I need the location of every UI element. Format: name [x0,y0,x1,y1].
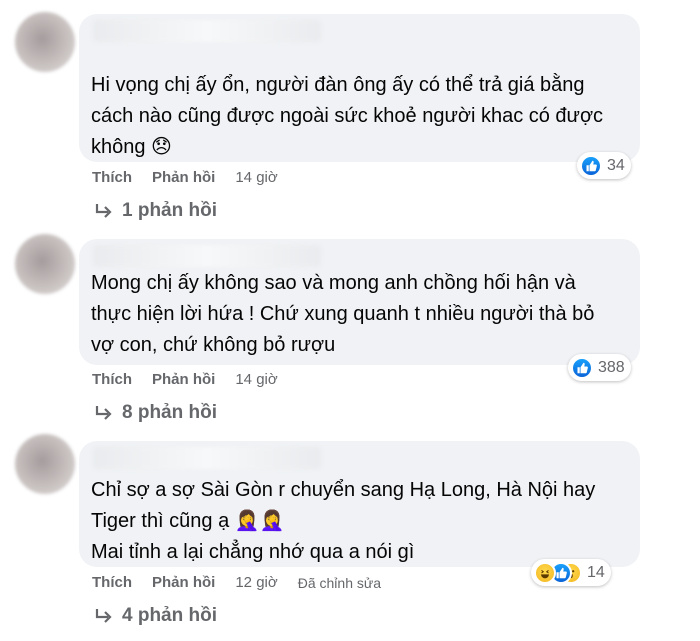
comment-line: Mong chị ấy không sao và mong anh chồng … [91,272,576,294]
author-name-blurred[interactable] [93,447,321,469]
comment-text: Chỉ sợ a sợ Sài Gòn r chuyển sang Hạ Lon… [91,475,626,568]
timestamp[interactable]: 14 giờ [235,169,277,186]
haha-reaction-icon [534,561,556,584]
reaction-summary[interactable]: 14 [531,559,611,586]
author-name-blurred[interactable] [93,20,321,42]
reply-arrow-icon [95,609,112,623]
replies-count-label: 4 phản hồi [122,605,217,626]
timestamp[interactable]: 14 giờ [235,371,277,388]
like-button[interactable]: Thích [92,371,132,388]
comment-line: Chỉ sợ a sợ Sài Gòn r chuyển sang Hạ Lon… [91,479,596,501]
comment-bubble: Hi vọng chị ấy ổn, người đàn ông ấy có t… [79,14,640,162]
comment-line: không 😞 [91,136,172,158]
replies-count-label: 1 phản hồi [122,200,217,221]
reply-button[interactable]: Phản hồi [152,371,215,388]
like-reaction-icon [571,356,593,379]
avatar[interactable] [15,234,75,294]
reaction-summary[interactable]: 34 [577,152,631,179]
like-button[interactable]: Thích [92,169,132,186]
comment-bubble: Mong chị ấy không sao và mong anh chồng … [79,239,640,365]
comment-actions: Thích Phản hồi 14 giờ [92,371,298,388]
edited-label[interactable]: Đã chỉnh sửa [298,575,381,591]
view-replies-link[interactable]: 1 phản hồi [94,200,217,222]
comment-text: Mong chị ấy không sao và mong anh chồng … [91,268,626,361]
replies-count-label: 8 phản hồi [122,402,217,423]
like-reaction-icon [580,154,602,177]
comment-line: Hi vọng chị ấy ổn, người đàn ông ấy có t… [91,74,585,96]
reaction-summary[interactable]: 388 [568,354,631,381]
comment-line: Tiger thì cũng ạ 🤦‍♀️🤦‍♀️ [91,510,285,532]
reply-button[interactable]: Phản hồi [152,169,215,186]
avatar[interactable] [15,434,75,494]
comment-actions: Thích Phản hồi 12 giờ Đã chỉnh sửa [92,574,381,591]
author-name-blurred[interactable] [93,245,321,267]
reaction-count: 14 [587,563,605,581]
avatar[interactable] [15,12,75,72]
comment-line: thực hiện lời hứa ! Chứ xung quanh t nhi… [91,303,595,325]
reaction-count: 34 [607,156,625,174]
comment-bubble: Chỉ sợ a sợ Sài Gòn r chuyển sang Hạ Lon… [79,441,640,567]
reply-arrow-icon [95,204,112,218]
reaction-count: 388 [598,358,625,376]
comment-line: cách nào cũng được ngoài sức khoẻ người … [91,105,604,127]
timestamp[interactable]: 12 giờ [235,574,277,591]
like-button[interactable]: Thích [92,574,132,591]
reply-arrow-icon [95,406,112,420]
reply-button[interactable]: Phản hồi [152,574,215,591]
view-replies-link[interactable]: 4 phản hồi [94,605,217,627]
comment-line: vợ con, chứ không bỏ rượu [91,334,336,356]
comment-text: Hi vọng chị ấy ổn, người đàn ông ấy có t… [91,70,626,163]
comment-actions: Thích Phản hồi 14 giờ [92,169,298,186]
view-replies-link[interactable]: 8 phản hồi [94,402,217,424]
